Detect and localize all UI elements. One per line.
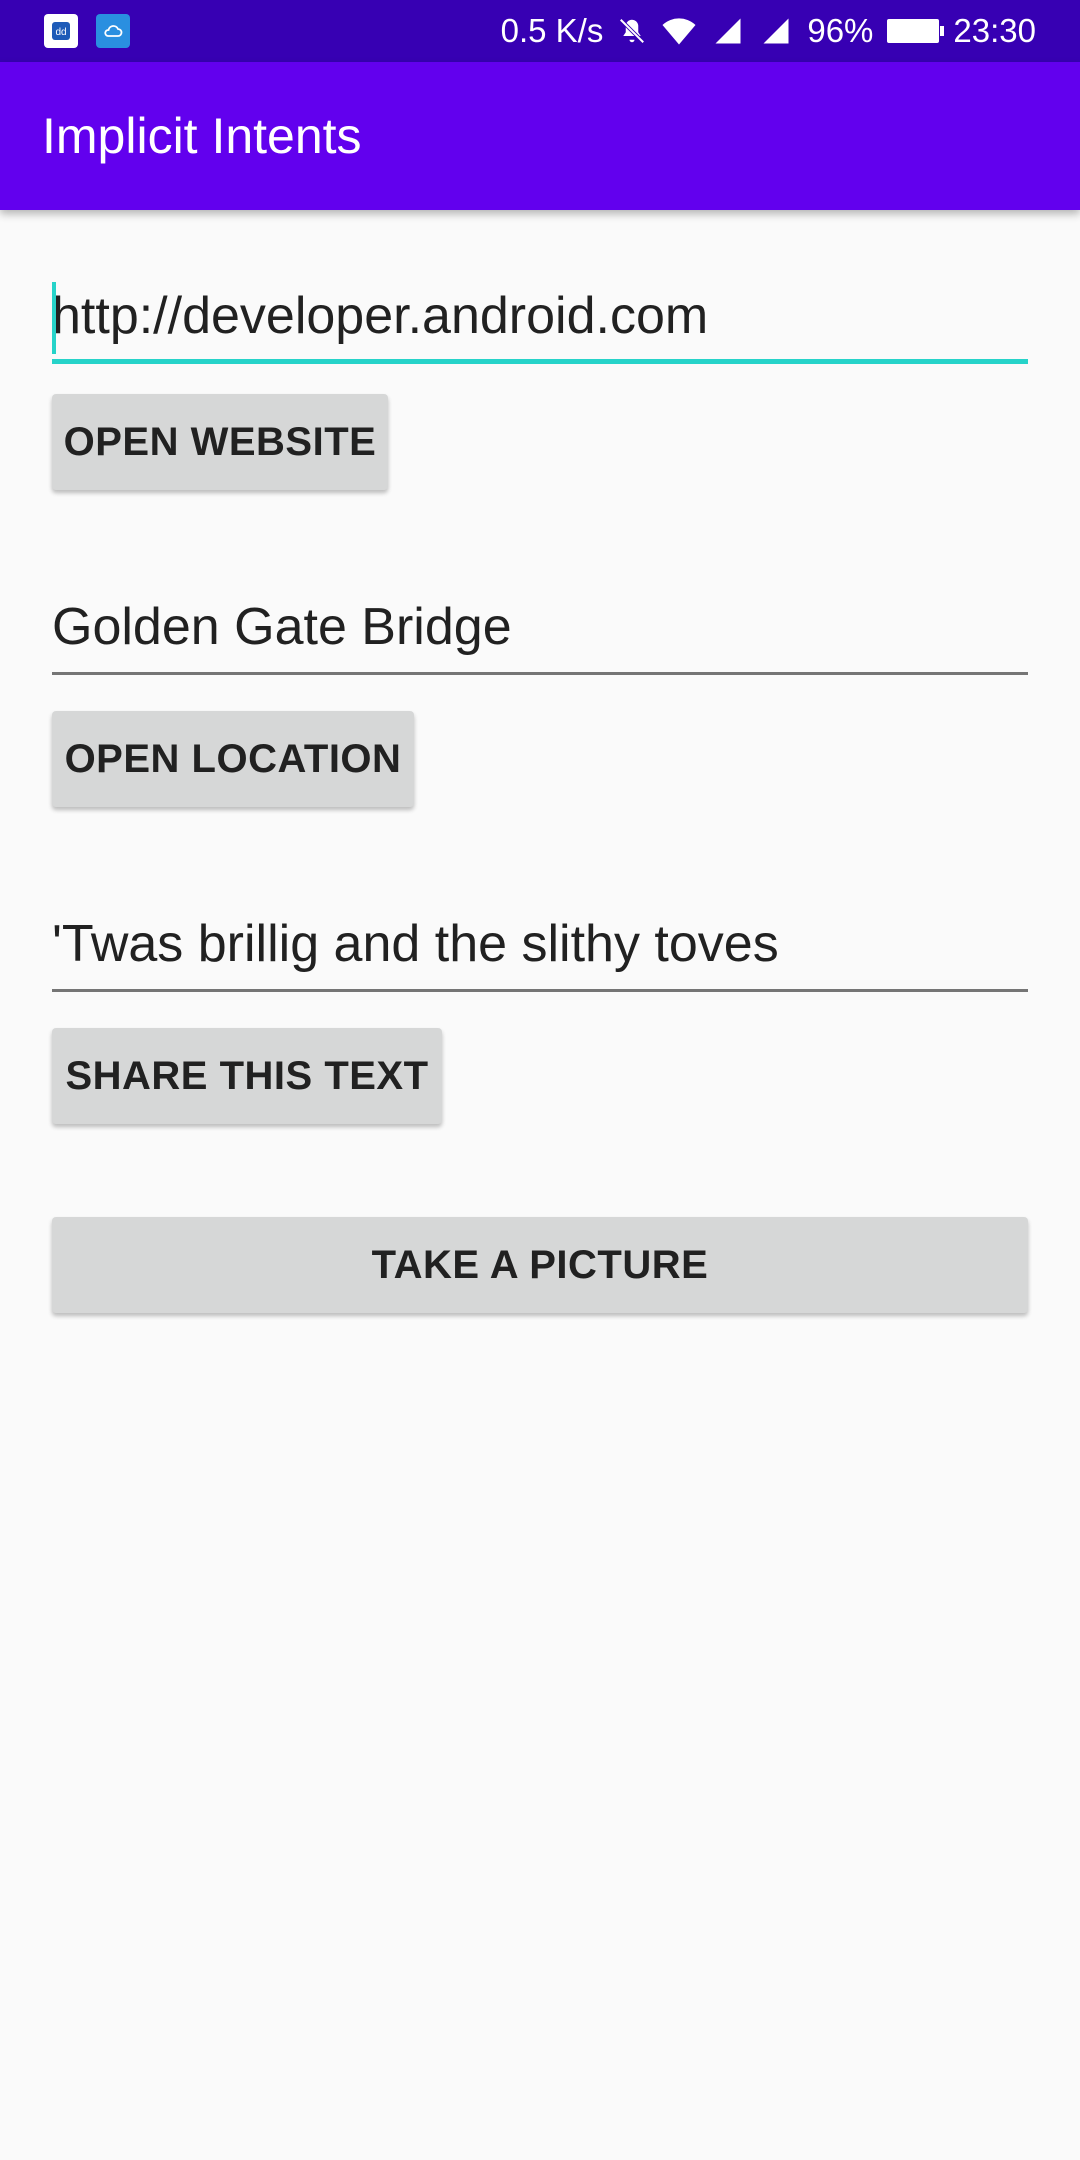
- svg-text:dd: dd: [55, 27, 66, 38]
- location-underline: [52, 672, 1028, 675]
- status-indicators: 0.5 K/s 96% 23:30: [501, 0, 1036, 62]
- signal-icon: [763, 18, 789, 44]
- app-notification-icon: dd: [44, 14, 78, 48]
- location-field[interactable]: [52, 585, 1028, 675]
- text-cursor: [52, 282, 56, 354]
- location-input[interactable]: [52, 585, 1028, 669]
- battery-percent: 96%: [807, 12, 874, 49]
- website-url-field[interactable]: [52, 274, 1028, 364]
- share-text-underline: [52, 989, 1028, 992]
- open-location-button[interactable]: OPEN LOCATION: [52, 711, 414, 807]
- share-text-input[interactable]: [52, 902, 1028, 986]
- share-text-field[interactable]: [52, 902, 1028, 992]
- website-url-input[interactable]: [52, 274, 1028, 358]
- website-url-underline: [52, 359, 1028, 364]
- app-title: Implicit Intents: [42, 108, 362, 164]
- app-bar: Implicit Intents: [0, 62, 1080, 210]
- cloud-icon: [96, 14, 130, 48]
- clock: 23:30: [953, 12, 1036, 49]
- share-text-button[interactable]: SHARE THIS TEXT: [52, 1028, 442, 1124]
- wifi-icon: [662, 18, 696, 45]
- open-website-button[interactable]: OPEN WEBSITE: [52, 394, 388, 490]
- take-picture-button[interactable]: TAKE A PICTURE: [52, 1217, 1028, 1313]
- notification-icons: dd: [44, 14, 130, 48]
- network-speed: 0.5 K/s: [500, 12, 604, 49]
- signal-icon: [715, 18, 741, 44]
- battery-icon: [887, 19, 945, 43]
- status-bar: dd 0.5 K/s 96% 23:30: [0, 0, 1080, 62]
- mute-bell-icon: [619, 18, 645, 44]
